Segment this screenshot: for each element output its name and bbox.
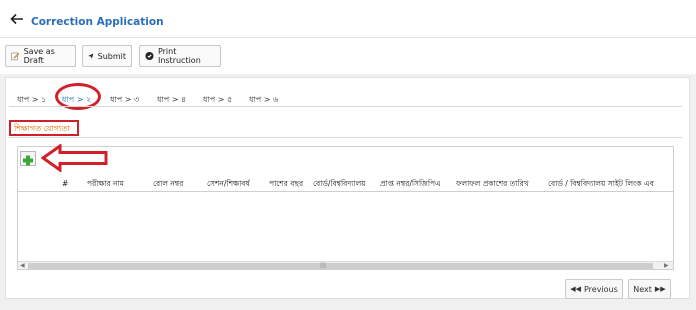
column-header-marks-cgpa[interactable]: প্রাপ্ত নম্বর/সিজিপিএ xyxy=(380,179,441,191)
correction-application-page: Correction Application Save as Draft Sub… xyxy=(0,0,696,310)
print-instruction-label: Print Instruction xyxy=(157,47,201,65)
column-header-index[interactable]: # xyxy=(62,179,68,188)
toolbar: Save as Draft Submit Print Instruction xyxy=(0,38,696,74)
double-right-icon: ▶▶ xyxy=(654,285,666,293)
column-header-board[interactable]: বোর্ড/বিশ্ববিদ্যালয় xyxy=(313,179,366,191)
column-header-passing-year[interactable]: পাশের বছর xyxy=(269,179,303,191)
column-header-site-link[interactable]: বোর্ড / বিশ্ববিদ্যালয় সাইট লিংক এব xyxy=(548,179,673,191)
submit-button[interactable]: Submit xyxy=(82,45,132,67)
scroll-left-icon[interactable]: ◀ xyxy=(20,262,25,270)
next-label: Next xyxy=(633,284,652,294)
plus-icon xyxy=(23,155,33,166)
scrollbar-thumb[interactable] xyxy=(28,263,653,269)
pencil-paper-icon xyxy=(11,52,20,61)
send-icon xyxy=(88,53,94,59)
horizontal-scrollbar[interactable]: ◀ ||| ▶ xyxy=(18,261,673,269)
column-header-roll-number[interactable]: রোল নম্বর xyxy=(153,179,183,191)
previous-button[interactable]: ◀◀ Previous xyxy=(565,279,623,299)
subtab-label: শিক্ষাগত যোগ্যতা xyxy=(14,124,70,133)
print-instruction-button[interactable]: Print Instruction xyxy=(139,45,221,67)
submit-label: Submit xyxy=(97,51,126,61)
qualification-grid xyxy=(17,146,674,270)
previous-label: Previous xyxy=(583,284,618,294)
step-tabs-divider xyxy=(9,106,682,107)
scrollbar-grip-icon: ||| xyxy=(320,262,327,269)
page-header: Correction Application xyxy=(0,0,696,38)
save-draft-label: Save as Draft xyxy=(23,47,55,65)
column-header-result-date[interactable]: ফলাফল প্রকাশের তারিখ xyxy=(456,179,529,191)
red-pointer-arrow-icon xyxy=(41,144,108,172)
tab-educational-qualification[interactable]: শিক্ষাগত যোগ্যতা xyxy=(9,120,79,136)
double-left-icon: ◀◀ xyxy=(570,285,581,293)
info-circle-icon xyxy=(145,51,154,61)
page-title: Correction Application xyxy=(31,16,164,28)
column-header-session[interactable]: সেশন/শিক্ষাবর্ষ xyxy=(207,179,250,191)
scroll-right-icon[interactable]: ▶ xyxy=(664,262,669,270)
back-arrow-icon[interactable] xyxy=(10,12,24,26)
column-header-exam-name[interactable]: পরীক্ষার নাম xyxy=(87,179,124,191)
grid-header-divider xyxy=(18,191,673,192)
subtab-divider xyxy=(9,137,682,138)
add-row-button[interactable] xyxy=(20,151,36,166)
next-button[interactable]: Next ▶▶ xyxy=(628,279,671,299)
save-draft-button[interactable]: Save as Draft xyxy=(5,45,76,67)
